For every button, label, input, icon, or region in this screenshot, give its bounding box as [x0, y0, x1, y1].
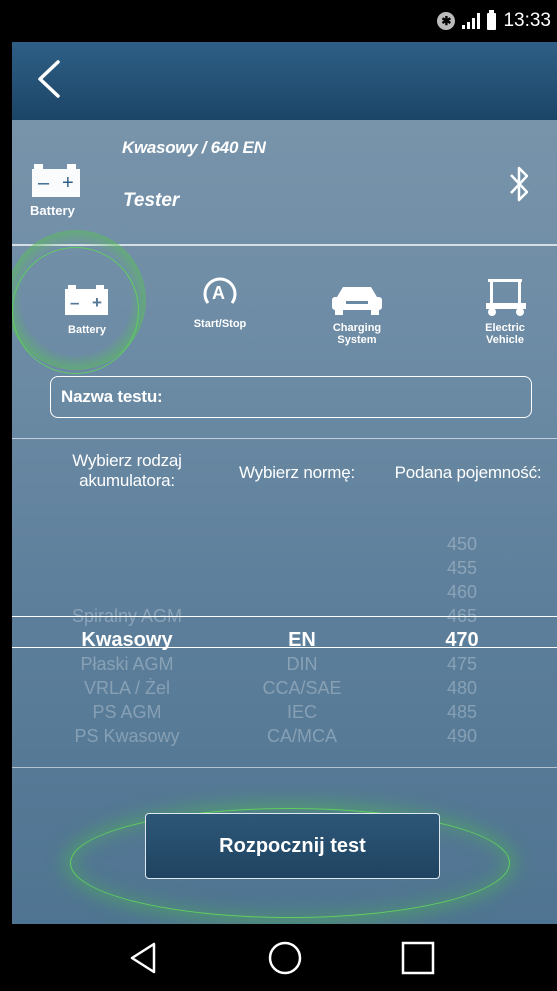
- main-panel: – + Battery Kwasowy / 640 EN Tester – + …: [12, 120, 557, 924]
- start-test-button[interactable]: Rozpocznij test: [145, 813, 440, 879]
- mode-start-stop[interactable]: A Start/Stop: [170, 273, 270, 330]
- navigation-bar: [12, 924, 557, 991]
- mode-battery-label: Battery: [68, 324, 106, 336]
- picker-item[interactable]: DIN: [222, 652, 382, 676]
- picker-item[interactable]: 455: [392, 556, 532, 580]
- mode-electric-label-1: Electric: [485, 322, 525, 334]
- back-arrow-icon[interactable]: [28, 56, 68, 102]
- nav-home-icon[interactable]: [265, 938, 305, 978]
- signal-icon: [462, 13, 481, 29]
- header-norm: Wybierz normę:: [238, 463, 356, 482]
- mode-electric-label-2: Vehicle: [486, 334, 524, 346]
- picker-item[interactable]: IEC: [222, 700, 382, 724]
- svg-text:A: A: [212, 283, 225, 303]
- picker-item[interactable]: VRLA / Żel: [32, 676, 222, 700]
- top-bar: [12, 42, 557, 120]
- picker-item[interactable]: 450: [392, 532, 532, 556]
- start-stop-icon: A: [203, 277, 237, 304]
- mode-battery[interactable]: – + Battery: [42, 283, 132, 336]
- header-battery-type: Wybierz rodzaj akumulatora:: [52, 451, 202, 491]
- nav-back-icon[interactable]: [124, 938, 164, 978]
- test-mode-selector: – + Battery A Start/Stop Charging System…: [12, 245, 557, 360]
- mode-charging-label-2: System: [337, 334, 377, 346]
- picker-item[interactable]: 480: [392, 676, 532, 700]
- bluetooth-icon[interactable]: [507, 164, 533, 204]
- picker-item[interactable]: PS AGM: [32, 700, 222, 724]
- mode-charging-label-1: Charging: [332, 322, 382, 334]
- svg-text:Battery: Battery: [30, 203, 76, 218]
- svg-text:–: –: [38, 172, 50, 194]
- mode-start-stop-label: Start/Stop: [193, 318, 247, 330]
- device-subtitle: Kwasowy / 640 EN: [122, 138, 266, 157]
- battery-icon: – +: [65, 285, 108, 315]
- test-name-input[interactable]: Nazwa testu:: [50, 376, 532, 418]
- header-battery-type-line1: Wybierz rodzaj: [72, 451, 182, 470]
- picker-item[interactable]: 475: [392, 652, 532, 676]
- picker-item[interactable]: Płaski AGM: [32, 652, 222, 676]
- car-icon: [332, 287, 382, 315]
- device-title: Tester: [123, 190, 180, 211]
- picker-item[interactable]: CCA/SAE: [222, 676, 382, 700]
- device-header: – + Battery Kwasowy / 640 EN Tester: [12, 120, 557, 246]
- app-screen: ✱ 13:33 – + Battery Kwasowy / 640 EN Tes…: [12, 0, 557, 991]
- battery-status-icon: [487, 9, 497, 30]
- column-headers: Wybierz rodzaj akumulatora: Wybierz norm…: [12, 438, 557, 495]
- nav-recents-icon[interactable]: [398, 938, 438, 978]
- picker-item[interactable]: CA/MCA: [222, 724, 382, 748]
- status-bar: ✱ 13:33: [12, 0, 557, 42]
- picker-item[interactable]: 490: [392, 724, 532, 748]
- picker-item[interactable]: 485: [392, 700, 532, 724]
- golf-cart-icon: [486, 279, 526, 316]
- status-time: 13:33: [503, 10, 551, 31]
- header-capacity: Podana pojemność:: [394, 463, 542, 482]
- test-name-label: Nazwa testu:: [61, 387, 163, 406]
- picker-item[interactable]: 460: [392, 580, 532, 604]
- mode-electric-vehicle[interactable]: Electric Vehicle: [460, 277, 550, 346]
- svg-text:–: –: [70, 293, 79, 312]
- mode-charging-system[interactable]: Charging System: [312, 283, 402, 346]
- picker-selection-band: [12, 616, 557, 648]
- picker-item[interactable]: PS Kwasowy: [32, 724, 222, 748]
- header-battery-type-line2: akumulatora:: [79, 471, 175, 490]
- svg-text:+: +: [62, 172, 74, 194]
- picker-bottom-divider: [12, 767, 557, 768]
- svg-text:+: +: [92, 293, 102, 312]
- battery-icon: – + Battery: [30, 158, 90, 223]
- bluetooth-status-icon: ✱: [437, 12, 456, 30]
